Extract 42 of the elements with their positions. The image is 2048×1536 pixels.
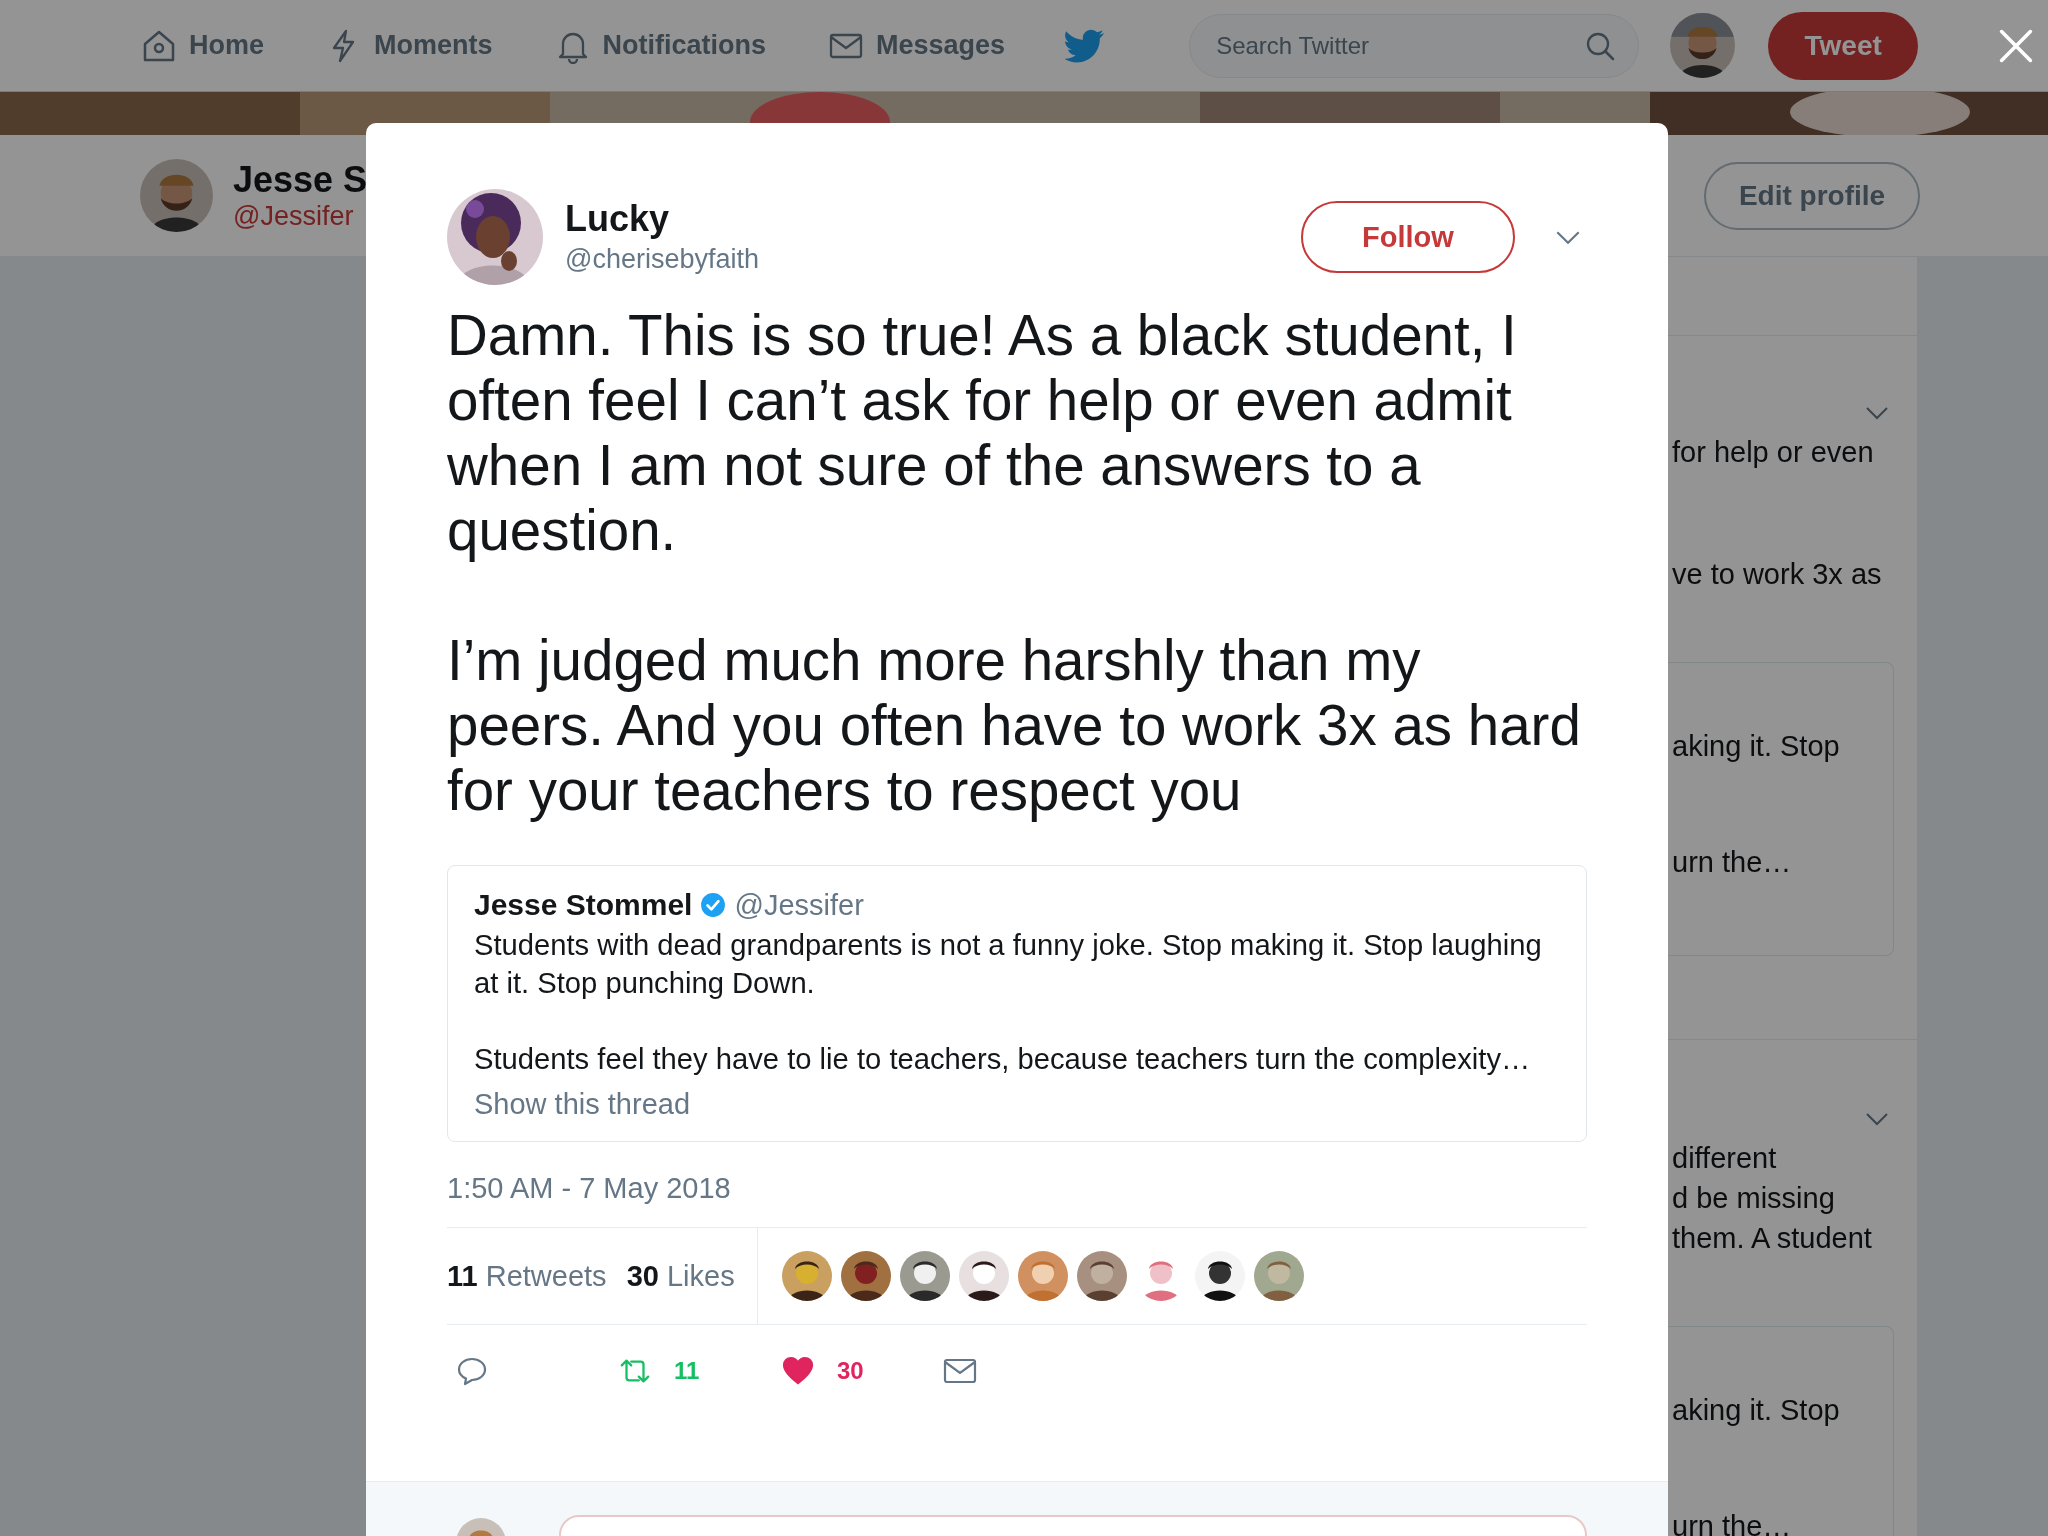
tweet-text: them. A student — [1672, 1221, 1872, 1256]
nav-tab[interactable]: Notifications — [554, 0, 767, 92]
quote-text: urn the… — [1672, 845, 1793, 880]
tweet-text: different — [1672, 1141, 1777, 1176]
action-count: 30 — [837, 1357, 864, 1385]
author-name[interactable]: Lucky — [565, 197, 759, 241]
profile-name: Jesse S — [233, 159, 368, 201]
chevron-down-icon[interactable] — [1555, 229, 1581, 245]
nav-tab[interactable]: Home — [141, 0, 264, 92]
author-handle[interactable]: @cherisebyfaith — [565, 241, 759, 277]
chevron-down-icon[interactable] — [1865, 1112, 1889, 1126]
close-icon[interactable] — [1998, 28, 2034, 64]
bird-icon[interactable] — [1065, 28, 1106, 63]
quote-author-handle: @Jessifer — [734, 888, 864, 922]
quote-text: urn the… — [1672, 1509, 1793, 1536]
quote-text: aking it. Stop — [1672, 729, 1841, 764]
speech-bubble-icon[interactable] — [455, 1355, 489, 1387]
tweet-text: I’m judged much more harshly than my peers. And you often have to work 3x as hard for your teachers to respect you — [447, 628, 1582, 823]
stat-link[interactable]: 11 Retweets — [447, 1259, 607, 1293]
nav-tab[interactable]: Messages — [828, 0, 1006, 92]
search-icon[interactable] — [1585, 30, 1616, 61]
quote-text: Students with dead grandparents is not a funny joke. Stop making it. Stop laughing at it. Stop punching Down. — [474, 928, 1543, 1001]
tweet-text: ve to work 3x as — [1672, 557, 1882, 592]
edit-profile-button[interactable]: Edit profile — [1704, 161, 1920, 230]
show-thread-link[interactable]: Show this thread — [474, 1088, 690, 1121]
tweet-button[interactable]: Tweet — [1768, 11, 1919, 80]
tweet-text: for help or even — [1672, 435, 1874, 470]
quote-author-name: Jesse Stommel — [474, 888, 693, 922]
follow-button[interactable]: Follow — [1301, 201, 1515, 273]
stat-link[interactable]: 30 Likes — [626, 1259, 735, 1293]
timestamp: 1:50 AM - 7 May 2018 — [447, 1172, 732, 1205]
action-count: 11 — [674, 1357, 700, 1385]
quote-text: aking it. Stop — [1672, 1393, 1841, 1428]
quote-text: Students feel they have to lie to teachers, because teachers turn the complexity… — [474, 1042, 1532, 1077]
search-field[interactable]: Search Twitter — [1189, 13, 1640, 78]
tweet-text: Damn. This is so true! As a black student, I often feel I can’t ask for help or even admit when I am not sure of the answers to a question. — [447, 303, 1518, 563]
profile-handle: @Jessifer — [233, 201, 355, 232]
nav-tab[interactable]: Moments — [326, 0, 493, 92]
tweet-text: d be missing — [1672, 1181, 1835, 1216]
heart-icon[interactable] — [781, 1355, 815, 1387]
quote-card[interactable] — [447, 865, 1587, 1142]
chevron-down-icon[interactable] — [1865, 406, 1889, 420]
